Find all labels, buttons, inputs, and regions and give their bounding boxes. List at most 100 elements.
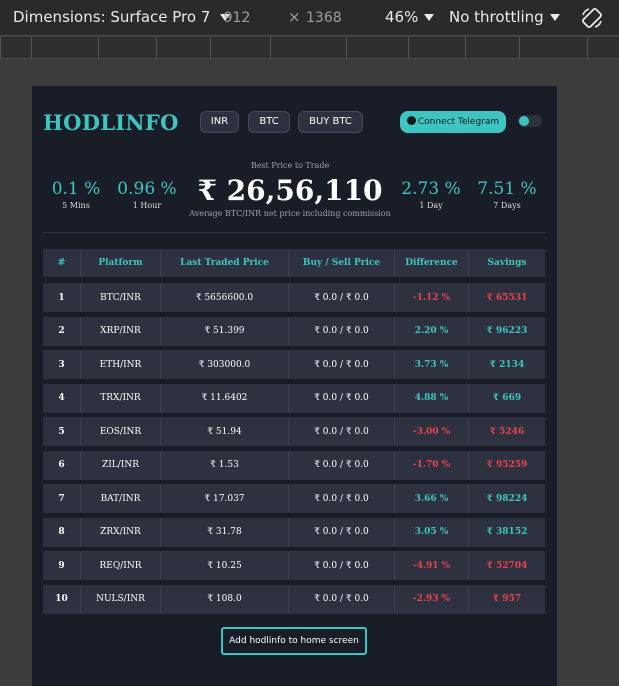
table-row: 8 ZRX/INR ₹ 31.78 ₹ 0.0 / ₹ 0.0 3.05 % ₹ 3815…: [43, 517, 545, 547]
row-difference: 3.73 %: [395, 350, 469, 379]
row-index: 2: [43, 316, 81, 346]
row-index: 9: [43, 551, 81, 580]
row-last-price: ₹ 31.78: [161, 517, 289, 547]
currency-select[interactable]: INR: [200, 111, 239, 133]
ruler-segment[interactable]: [31, 37, 32, 59]
zoom-dropdown[interactable]: 46%: [385, 8, 435, 26]
stat-label: 7 Days: [493, 201, 521, 210]
toggle-knob: [519, 116, 529, 126]
table-row: 9 REQ/INR ₹ 10.25 ₹ 0.0 / ₹ 0.0 -4.91 % ₹ 527…: [43, 551, 545, 580]
row-last-price: ₹ 51.399: [161, 316, 289, 346]
rotate-icon[interactable]: [580, 6, 604, 30]
row-buy-sell: ₹ 0.0 / ₹ 0.0: [289, 584, 395, 614]
row-savings: ₹ 2134: [489, 359, 525, 370]
header-last-price: Last Traded Price: [161, 249, 289, 277]
table-row: 1 BTC/INR ₹ 5656600.0 ₹ 0.0 / ₹ 0.0 -1.12 % ₹…: [43, 283, 545, 312]
row-savings: ₹ 96223: [486, 326, 528, 336]
stat-value: 2.73 %: [401, 179, 461, 199]
row-last-price: ₹ 1.53: [161, 450, 289, 480]
ruler-segment[interactable]: [270, 37, 271, 59]
row-last-price: ₹ 11.6402: [161, 383, 289, 413]
section-divider: [43, 232, 545, 233]
row-last-price: ₹ 303000.0: [161, 350, 289, 379]
chevron-down-icon: [424, 13, 435, 21]
best-price-note: Average BTC/INR net price including comm…: [189, 209, 391, 218]
ruler-segment[interactable]: [519, 37, 520, 59]
row-savings: ₹ 5246: [489, 426, 525, 437]
row-platform: ZIL/INR: [81, 450, 161, 480]
throttling-dropdown[interactable]: No throttling: [449, 8, 560, 26]
stat-value: 0.96 %: [117, 179, 177, 199]
emulated-page: HODLINFO INR BTC BUY BTC Connect Telegra…: [32, 86, 557, 686]
connect-telegram-button[interactable]: Connect Telegram: [400, 111, 506, 133]
height-input[interactable]: 1368: [306, 6, 346, 30]
row-platform: NULS/INR: [81, 584, 161, 614]
row-difference: 2.20 %: [395, 316, 469, 346]
ruler-segment[interactable]: [156, 37, 157, 59]
stat-value: 7.51 %: [477, 179, 537, 199]
ruler-segment[interactable]: [0, 37, 1, 59]
row-platform: ZRX/INR: [81, 517, 161, 547]
row-difference: -3.00 %: [395, 417, 469, 446]
table-header: # Platform Last Traded Price Buy / Sell …: [43, 249, 545, 277]
coin-select[interactable]: BTC: [248, 111, 290, 133]
row-buy-sell: ₹ 0.0 / ₹ 0.0: [289, 316, 395, 346]
header-platform: Platform: [81, 249, 161, 277]
row-savings: ₹ 957: [492, 594, 522, 604]
add-to-home-button[interactable]: Add hodlinfo to home screen: [221, 627, 367, 655]
stat-label: 5 Mins: [62, 201, 90, 210]
row-savings: ₹ 38152: [486, 527, 528, 537]
row-last-price: ₹ 108.0: [161, 584, 289, 614]
buy-btc-button[interactable]: BUY BTC: [298, 111, 363, 133]
row-last-price: ₹ 17.037: [161, 484, 289, 513]
theme-toggle[interactable]: [518, 115, 542, 127]
dimensions-label: Dimensions: Surface Pro 7: [13, 8, 211, 26]
row-buy-sell: ₹ 0.0 / ₹ 0.0: [289, 350, 395, 379]
row-savings: ₹ 52704: [486, 560, 528, 571]
row-platform: BTC/INR: [81, 283, 161, 312]
row-difference: -2.93 %: [395, 584, 469, 614]
table-row: 10 NULS/INR ₹ 108.0 ₹ 0.0 / ₹ 0.0 -2.93 % ₹ 9…: [43, 584, 545, 614]
site-logo[interactable]: HODLINFO: [43, 110, 179, 135]
row-index: 5: [43, 417, 81, 446]
stat-7days: 7.51 % 7 Days: [474, 179, 540, 210]
row-buy-sell: ₹ 0.0 / ₹ 0.0: [289, 450, 395, 480]
row-index: 10: [43, 584, 81, 614]
row-last-price: ₹ 10.25: [161, 551, 289, 580]
table-row: 5 EOS/INR ₹ 51.94 ₹ 0.0 / ₹ 0.0 -3.00 % ₹ 524…: [43, 417, 545, 446]
row-difference: 4.88 %: [395, 383, 469, 413]
row-platform: EOS/INR: [81, 417, 161, 446]
zoom-label: 46%: [385, 8, 419, 26]
ruler-segment[interactable]: [587, 37, 588, 59]
header-savings: Savings: [487, 258, 527, 268]
ruler-segment[interactable]: [408, 37, 409, 59]
row-difference: 3.66 %: [395, 484, 469, 513]
best-price-label: Best Price to Trade: [250, 161, 330, 170]
ruler-segment[interactable]: [465, 37, 466, 59]
row-index: 8: [43, 517, 81, 547]
header-buy-sell: Buy / Sell Price: [289, 249, 395, 277]
row-platform: TRX/INR: [81, 383, 161, 413]
dimensions-dropdown[interactable]: Dimensions: Surface Pro 7: [13, 8, 231, 26]
row-last-price: ₹ 51.94: [161, 417, 289, 446]
header-difference: Difference: [395, 249, 469, 277]
media-query-ruler: [0, 37, 619, 59]
row-savings: ₹ 98224: [486, 493, 528, 504]
stat-1day: 2.73 % 1 Day: [398, 179, 464, 210]
table-row: 4 TRX/INR ₹ 11.6402 ₹ 0.0 / ₹ 0.0 4.88 % ₹ 66…: [43, 383, 545, 413]
row-buy-sell: ₹ 0.0 / ₹ 0.0: [289, 517, 395, 547]
table-row: 7 BAT/INR ₹ 17.037 ₹ 0.0 / ₹ 0.0 3.66 % ₹ 982…: [43, 484, 545, 513]
row-buy-sell: ₹ 0.0 / ₹ 0.0: [289, 417, 395, 446]
row-difference: -4.91 %: [395, 551, 469, 580]
row-savings: ₹ 65531: [486, 292, 528, 303]
table-row: 2 XRP/INR ₹ 51.399 ₹ 0.0 / ₹ 0.0 2.20 % ₹ 962…: [43, 316, 545, 346]
ruler-segment[interactable]: [346, 37, 347, 59]
row-platform: ETH/INR: [81, 350, 161, 379]
table-row: 6 ZIL/INR ₹ 1.53 ₹ 0.0 / ₹ 0.0 -1.70 % ₹ 9525…: [43, 450, 545, 480]
ruler-segment[interactable]: [210, 37, 211, 59]
row-index: 4: [43, 383, 81, 413]
devtools-toolbar: Dimensions: Surface Pro 7 912 × 1368 46%…: [0, 0, 619, 36]
width-input[interactable]: 912: [214, 6, 260, 30]
ruler-segment[interactable]: [98, 37, 99, 59]
row-index: 6: [43, 450, 81, 480]
